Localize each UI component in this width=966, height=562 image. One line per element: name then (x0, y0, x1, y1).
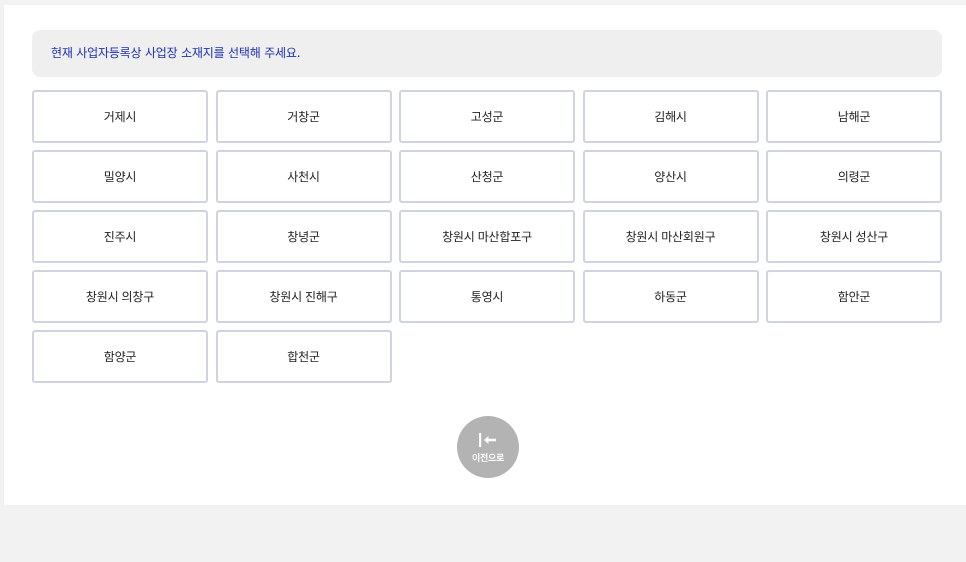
region-button-changwon-seongsan[interactable]: 창원시 성산구 (766, 210, 942, 263)
region-button-miryang[interactable]: 밀양시 (32, 150, 208, 203)
region-button-changwon-uichang[interactable]: 창원시 의창구 (32, 270, 208, 323)
region-button-sacheon[interactable]: 사천시 (215, 150, 392, 203)
region-button-uiryeong[interactable]: 의령군 (766, 150, 942, 203)
region-button-changwon-masanhoewon[interactable]: 창원시 마산회원구 (582, 210, 759, 263)
region-button-namhae[interactable]: 남해군 (766, 90, 942, 143)
region-button-hamyang[interactable]: 함양군 (32, 330, 208, 383)
back-arrow-icon (479, 433, 496, 447)
region-button-changnyeong[interactable]: 창녕군 (215, 210, 392, 263)
instruction-text: 현재 사업자등록상 사업장 소재지를 선택해 주세요. (51, 46, 301, 60)
region-button-geoje[interactable]: 거제시 (32, 90, 208, 143)
back-button[interactable]: 이전으로 (457, 416, 519, 478)
back-button-label: 이전으로 (472, 454, 504, 464)
region-button-goseong[interactable]: 고성군 (399, 90, 575, 143)
region-grid: 거제시 거창군 고성군 김해시 남해군 밀양시 사천시 산청군 양산시 의령군 … (32, 90, 942, 383)
region-button-tongyeong[interactable]: 통영시 (399, 270, 575, 323)
region-button-geochang[interactable]: 거창군 (215, 90, 392, 143)
main-panel: 현재 사업자등록상 사업장 소재지를 선택해 주세요. 거제시 거창군 고성군 … (4, 5, 966, 505)
region-button-haman[interactable]: 함안군 (766, 270, 942, 323)
region-button-hadong[interactable]: 하동군 (582, 270, 759, 323)
instruction-banner: 현재 사업자등록상 사업장 소재지를 선택해 주세요. (32, 30, 942, 77)
region-button-hapcheon[interactable]: 합천군 (215, 330, 392, 383)
region-button-jinju[interactable]: 진주시 (32, 210, 208, 263)
region-button-sancheong[interactable]: 산청군 (399, 150, 575, 203)
region-button-changwon-masanhappo[interactable]: 창원시 마산합포구 (399, 210, 575, 263)
region-button-changwon-jinhae[interactable]: 창원시 진해구 (215, 270, 392, 323)
region-button-yangsan[interactable]: 양산시 (582, 150, 759, 203)
region-button-gimhae[interactable]: 김해시 (582, 90, 759, 143)
